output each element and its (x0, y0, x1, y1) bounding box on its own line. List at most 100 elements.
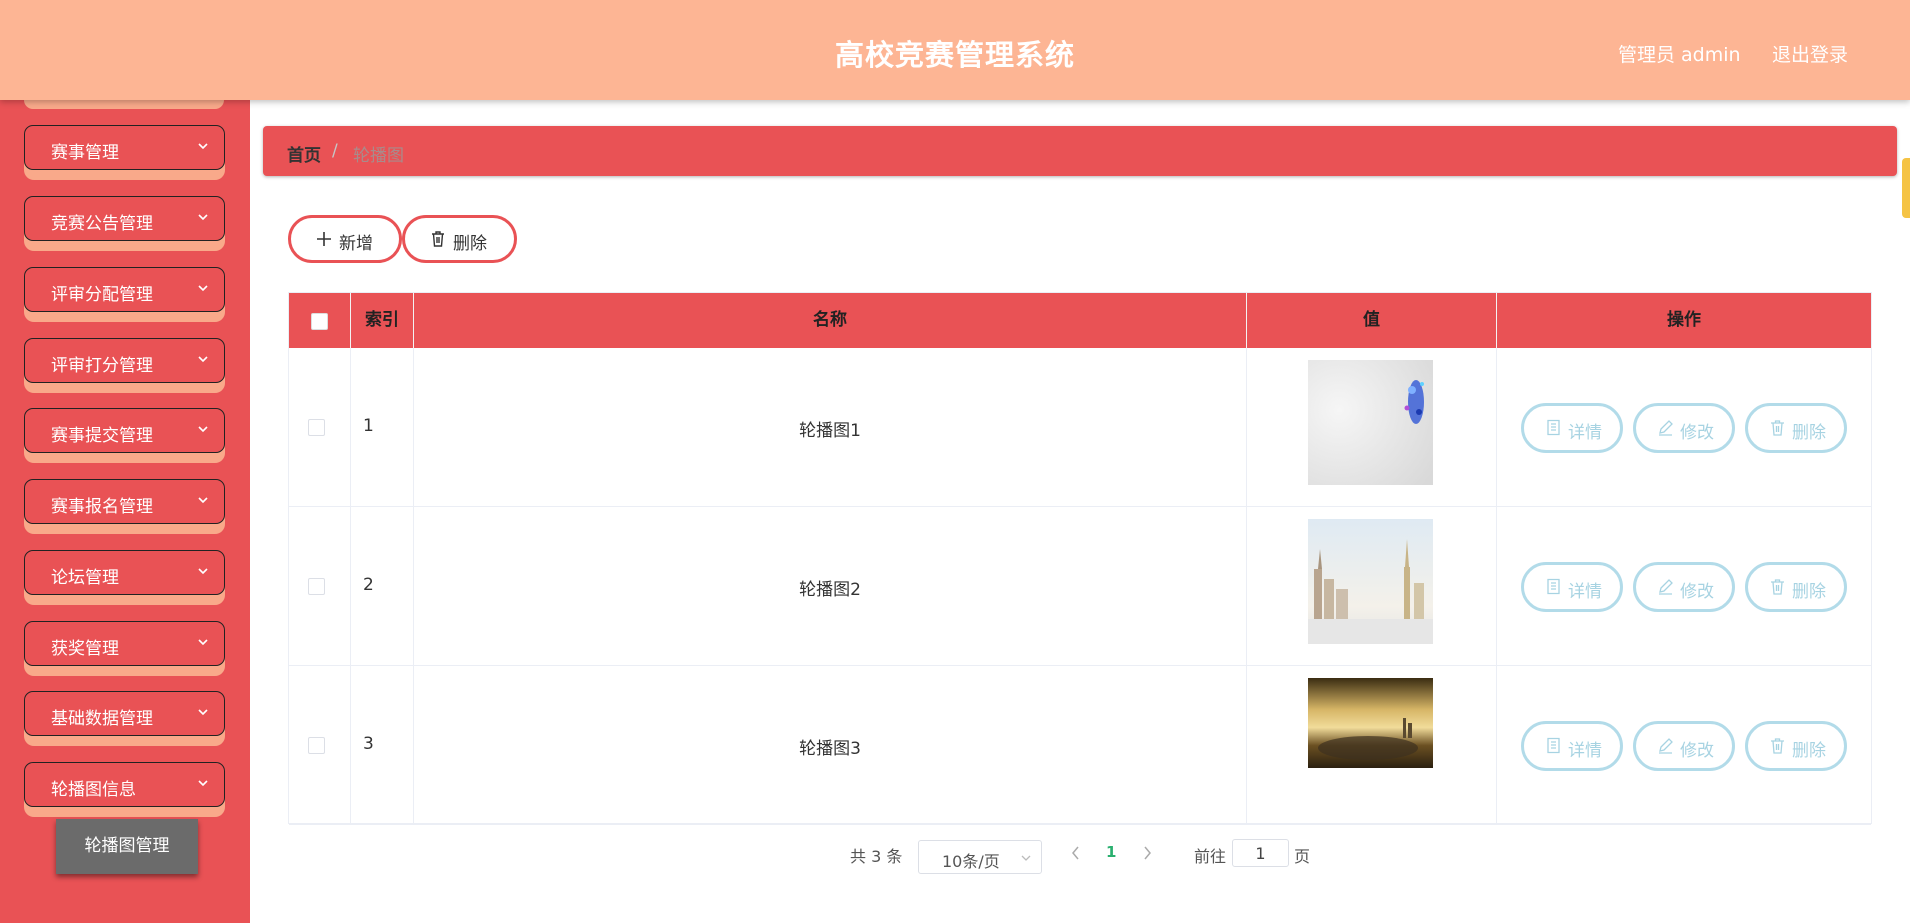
column-header-value: 值 (1247, 293, 1497, 348)
add-button[interactable]: 新增 (288, 215, 402, 263)
trash-icon (1771, 579, 1784, 595)
sidebar-item-submission-management[interactable]: 赛事提交管理 (24, 408, 225, 463)
detail-button[interactable]: 详情 (1521, 403, 1623, 453)
row-checkbox[interactable] (308, 419, 325, 436)
document-icon (1547, 419, 1560, 436)
chevron-down-icon (198, 639, 208, 646)
detail-button-label: 详情 (1568, 741, 1602, 761)
chevron-down-icon (198, 568, 208, 575)
sidebar-item-registration-management[interactable]: 赛事报名管理 (24, 479, 225, 534)
page-size-select[interactable]: 10条/页 (918, 840, 1042, 874)
detail-button[interactable]: 详情 (1521, 562, 1623, 612)
pagination-total: 共 3 条 (850, 847, 903, 866)
row-checkbox[interactable] (308, 578, 325, 595)
sidebar-item-label: 获奖管理 (51, 639, 119, 659)
chevron-down-icon (198, 285, 208, 292)
row-index: 2 (363, 575, 374, 595)
select-all-checkbox[interactable] (311, 313, 328, 330)
detail-button-label: 详情 (1568, 582, 1602, 602)
chevron-down-icon (198, 214, 208, 221)
delete-button-label: 删除 (1792, 423, 1826, 443)
edit-button[interactable]: 修改 (1633, 721, 1735, 771)
sidebar-item-label: 竞赛公告管理 (51, 214, 153, 234)
column-header-index: 索引 (351, 293, 414, 348)
row-name: 轮播图1 (799, 421, 861, 441)
row-name: 轮播图2 (799, 580, 861, 600)
submenu-item-carousel-management[interactable]: 轮播图管理 (56, 819, 198, 874)
table-row: 1 轮播图1 详情 修改 删除 (289, 348, 1871, 507)
add-button-label: 新增 (339, 234, 373, 254)
sidebar-item-review-assignment[interactable]: 评审分配管理 (24, 267, 225, 322)
chevron-down-icon (198, 780, 208, 787)
page-size-value: 10条/页 (942, 852, 1000, 871)
goto-label: 前往 (1194, 847, 1227, 866)
chevron-down-icon (198, 497, 208, 504)
logout-link[interactable]: 退出登录 (1772, 40, 1848, 67)
delete-button-label: 删除 (1792, 582, 1826, 602)
carousel-table: 索引 名称 值 操作 1 轮播图1 详情 修改 删除 2 轮播图2 详情 修改 … (288, 292, 1872, 825)
edit-button-label: 修改 (1680, 741, 1714, 761)
sidebar-scrolled-item (24, 100, 224, 109)
chevron-right-icon[interactable] (1141, 843, 1155, 863)
page-scrollbar-handle[interactable] (1902, 158, 1910, 218)
column-header-name: 名称 (414, 293, 1247, 348)
delete-button[interactable]: 删除 (1745, 721, 1847, 771)
row-index: 3 (363, 734, 374, 754)
chevron-left-icon[interactable] (1068, 843, 1082, 863)
top-header: 高校竞赛管理系统 管理员 admin 退出登录 (0, 0, 1910, 100)
carousel-thumbnail[interactable] (1308, 678, 1433, 803)
pencil-icon (1659, 579, 1673, 595)
sidebar-item-announcement-management[interactable]: 竞赛公告管理 (24, 196, 225, 251)
pencil-icon (1659, 420, 1673, 436)
sidebar-item-carousel-info[interactable]: 轮播图信息 (24, 762, 225, 817)
sidebar-item-label: 评审分配管理 (51, 285, 153, 305)
sidebar-item-label: 轮播图信息 (51, 780, 136, 800)
sidebar-item-base-data-management[interactable]: 基础数据管理 (24, 691, 225, 746)
breadcrumb-home[interactable]: 首页 (287, 141, 321, 166)
carousel-thumbnail[interactable] (1308, 360, 1433, 485)
sidebar-item-label: 论坛管理 (51, 568, 119, 588)
sidebar-item-label: 基础数据管理 (51, 709, 153, 729)
table-row: 2 轮播图2 详情 修改 删除 (289, 507, 1871, 666)
document-icon (1547, 737, 1560, 754)
page-unit-label: 页 (1294, 847, 1311, 866)
page-number-current[interactable]: 1 (1106, 843, 1116, 861)
sidebar: 赛事管理 竞赛公告管理 评审分配管理 评审打分管理 赛事提交管理 赛事报名管理 … (0, 100, 250, 923)
edit-button-label: 修改 (1680, 582, 1714, 602)
delete-button-label: 删除 (1792, 741, 1826, 761)
breadcrumb-current: 轮播图 (353, 146, 404, 166)
edit-button[interactable]: 修改 (1633, 403, 1735, 453)
sidebar-item-label: 赛事管理 (51, 143, 119, 163)
sidebar-item-review-scoring[interactable]: 评审打分管理 (24, 338, 225, 393)
chevron-down-icon (198, 143, 208, 150)
goto-page-input[interactable] (1232, 839, 1289, 867)
chevron-down-icon (198, 426, 208, 433)
chevron-down-icon (1021, 855, 1031, 861)
sidebar-item-label: 评审打分管理 (51, 356, 153, 376)
document-icon (1547, 578, 1560, 595)
row-checkbox[interactable] (308, 737, 325, 754)
breadcrumb: 首页 / 轮播图 (263, 126, 1897, 176)
batch-delete-button[interactable]: 删除 (402, 215, 517, 263)
trash-icon (1771, 420, 1784, 436)
table-header: 索引 名称 值 操作 (289, 293, 1871, 348)
current-user-label: 管理员 admin (1618, 44, 1741, 66)
breadcrumb-separator: / (332, 141, 338, 161)
row-name: 轮播图3 (799, 739, 861, 759)
delete-button[interactable]: 删除 (1745, 562, 1847, 612)
chevron-down-icon (198, 709, 208, 716)
sidebar-item-label: 赛事报名管理 (51, 497, 153, 517)
edit-button-label: 修改 (1680, 423, 1714, 443)
row-index: 1 (363, 416, 374, 436)
column-header-ops: 操作 (1667, 310, 1701, 330)
delete-button[interactable]: 删除 (1745, 403, 1847, 453)
sidebar-item-award-management[interactable]: 获奖管理 (24, 621, 225, 676)
sidebar-item-forum-management[interactable]: 论坛管理 (24, 550, 225, 605)
detail-button[interactable]: 详情 (1521, 721, 1623, 771)
carousel-thumbnail[interactable] (1308, 519, 1433, 644)
chevron-down-icon (198, 356, 208, 363)
sidebar-item-event-management[interactable]: 赛事管理 (24, 125, 225, 180)
edit-button[interactable]: 修改 (1633, 562, 1735, 612)
pencil-icon (1659, 738, 1673, 754)
sidebar-item-label: 赛事提交管理 (51, 426, 153, 446)
